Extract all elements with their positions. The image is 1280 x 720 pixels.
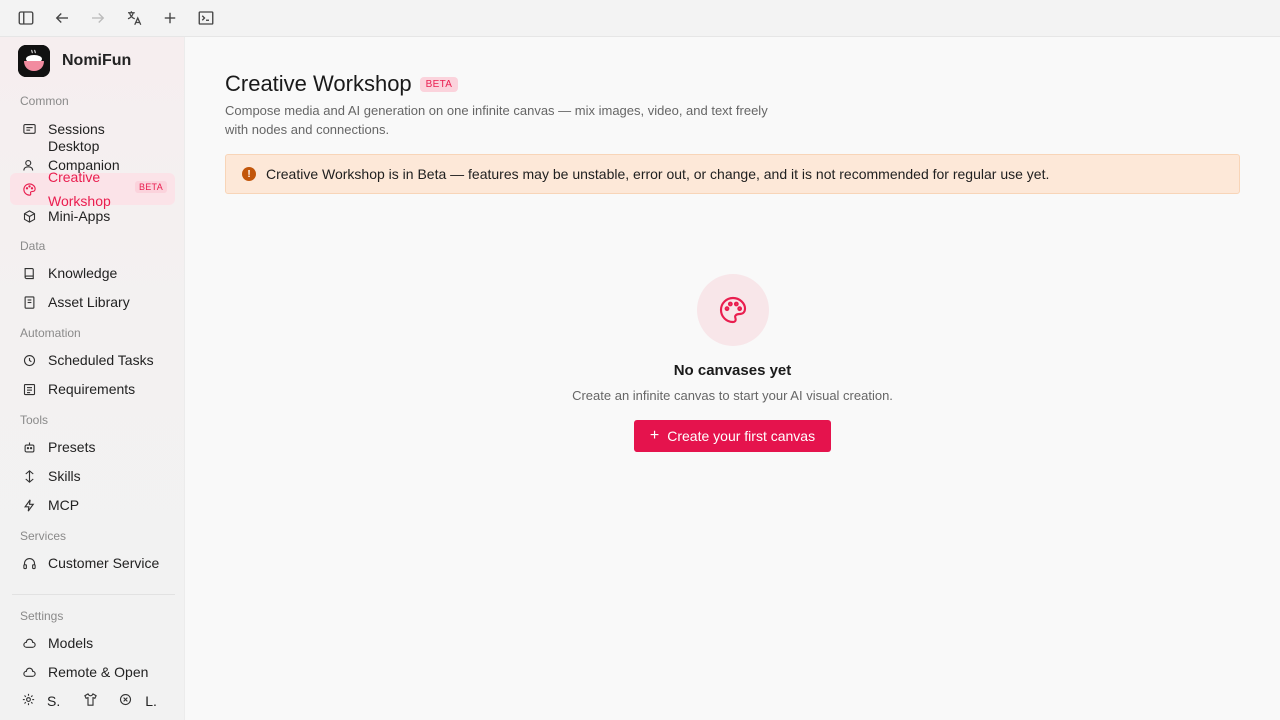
sidebar-bottom-bar: S. L. [10,689,175,713]
robot-icon [21,439,37,455]
skills-icon [21,468,37,484]
library-icon [21,294,37,310]
warning-icon: ! [242,167,256,181]
section-label-common: Common [20,94,69,108]
create-button-label: Create your first canvas [667,428,816,444]
sidebar-item-label: Scheduled Tasks [48,351,154,368]
list-icon [21,381,37,397]
sidebar-item-knowledge[interactable]: Knowledge [10,260,175,286]
empty-state-title: No canvases yet [673,362,792,379]
sidebar-item-asset-library[interactable]: Asset Library [10,289,175,315]
beta-badge: BETA [134,181,167,193]
sidebar-item-desktop[interactable]: Desktop [10,133,175,159]
title-bar [0,0,1280,37]
sidebar-item-label: Desktop [48,137,100,154]
app-name: NomiFun [62,52,132,69]
sidebar-item-label: Requirements [48,380,136,397]
beta-badge: BETA [419,76,459,92]
cloud-icon [21,635,37,651]
cube-icon [21,208,37,224]
app-logo-icon [18,45,50,77]
page-description: Compose media and AI generation on one i… [225,103,768,137]
sidebar-item-mini-apps[interactable]: Mini-Apps [10,203,175,229]
sidebar-item-customer-service[interactable]: Customer Service [10,550,175,576]
language-short-label: L. [145,693,157,709]
brand[interactable]: NomiFun [18,45,131,77]
book-icon [21,265,37,281]
sidebar-divider [12,594,175,595]
sidebar-toggle-icon[interactable] [16,8,36,28]
sidebar-item-requirements[interactable]: Requirements [10,376,175,402]
section-label-tools: Tools [20,413,49,427]
theme-button[interactable] [83,692,98,710]
sidebar-item-creative-workshop[interactable]: Creative Workshop BETA [10,169,175,209]
sidebar-item-label: Mini-Apps [48,207,111,224]
section-label-data: Data [20,239,46,253]
cloud-remote-icon [21,664,37,680]
forward-arrow-icon[interactable] [88,8,108,28]
alert-text: Creative Workshop is in Beta — features … [266,166,1050,182]
sidebar-item-label: MCP [48,496,80,513]
section-label-services: Services [20,529,67,543]
sidebar: NomiFun Common Sessions Desktop Companio… [0,37,185,720]
clock-icon [21,352,37,368]
page-title: Creative Workshop BETA [225,71,459,97]
sidebar-item-label: Knowledge [48,264,118,281]
terminal-icon[interactable] [196,8,216,28]
sidebar-item-label: Presets [48,438,96,455]
plus-icon: + [649,427,660,444]
sidebar-item-label: Models [48,634,94,651]
main-content: Creative Workshop BETA Compose media and… [185,37,1280,720]
section-label-settings: Settings [20,609,64,623]
language-button[interactable]: L. [118,692,157,710]
section-label-automation: Automation [20,326,81,340]
sidebar-item-label: Asset Library [48,293,130,310]
beta-warning-alert: ! Creative Workshop is in Beta — feature… [225,154,1240,194]
sidebar-item-remote-open[interactable]: Remote & Open [10,659,175,685]
sidebar-item-models[interactable]: Models [10,630,175,656]
page-title-text: Creative Workshop [225,71,412,96]
sidebar-item-scheduled-tasks[interactable]: Scheduled Tasks [10,347,175,373]
user-icon [21,157,37,173]
gear-icon [21,692,36,710]
create-first-canvas-button[interactable]: + Create your first canvas [634,420,831,452]
sidebar-item-skills[interactable]: Skills [10,463,175,489]
lightning-icon [21,497,37,513]
empty-state-subtitle: Create an infinite canvas to start your … [572,388,893,403]
new-tab-plus-icon[interactable] [160,8,180,28]
sidebar-item-mcp[interactable]: MCP [10,492,175,518]
sidebar-item-label: Remote & Open [48,663,149,680]
headset-icon [21,555,37,571]
sidebar-item-label: Skills [48,467,81,484]
sidebar-item-label: Customer Service [48,554,160,571]
palette-icon [21,181,37,197]
palette-icon [697,274,769,346]
translate-icon[interactable] [124,8,144,28]
shirt-icon [83,692,98,710]
settings-short-label: S. [47,693,61,709]
close-circle-icon [118,692,133,710]
sidebar-item-presets[interactable]: Presets [10,434,175,460]
back-arrow-icon[interactable] [52,8,72,28]
settings-button[interactable]: S. [21,692,60,710]
